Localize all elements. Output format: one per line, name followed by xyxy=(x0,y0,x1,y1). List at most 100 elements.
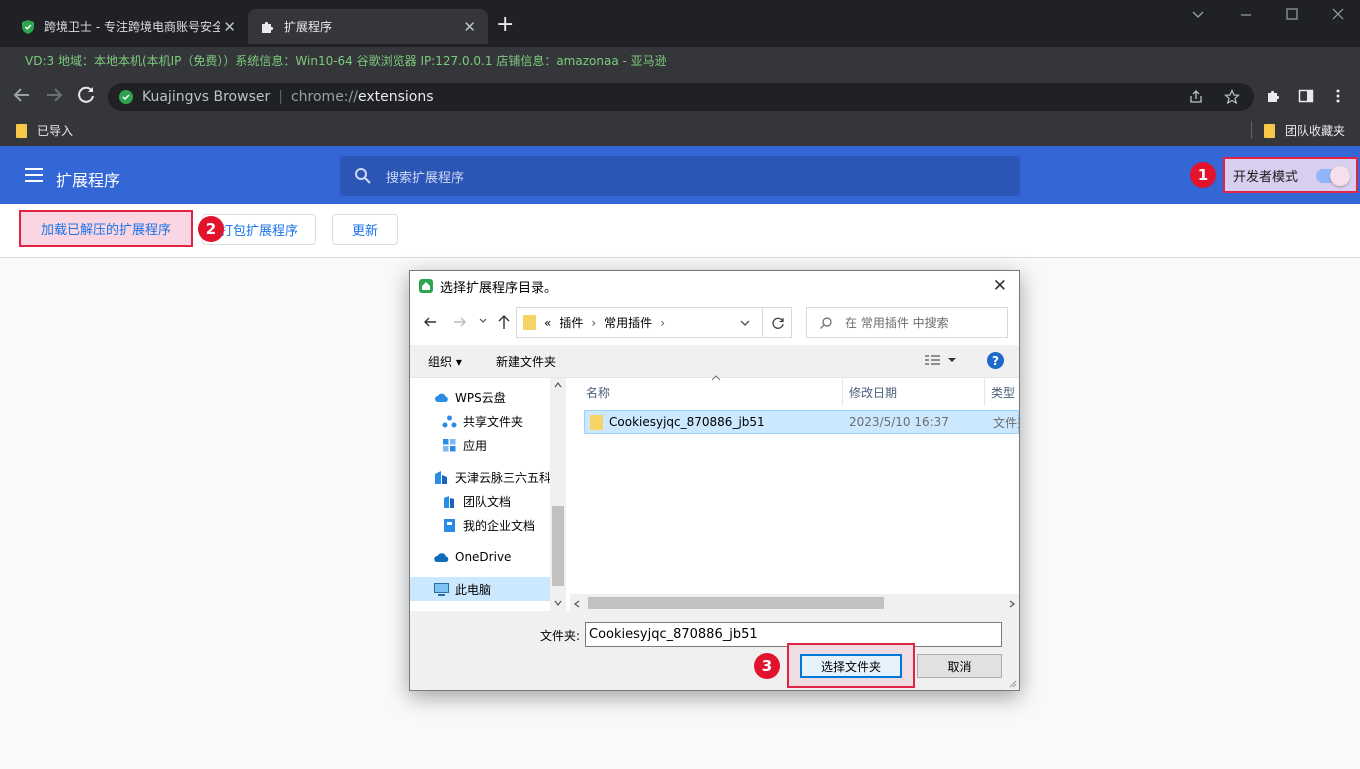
bookmarks-bar: 已导入 团队收藏夹 xyxy=(0,115,1360,146)
help-icon[interactable]: ? xyxy=(987,352,1004,369)
update-button[interactable]: 更新 xyxy=(332,214,398,245)
side-panel-icon[interactable] xyxy=(1298,88,1314,104)
chevron-down-icon[interactable] xyxy=(1190,6,1206,22)
column-header-modified[interactable]: 修改日期 xyxy=(843,378,985,406)
browser-toolbar: Kuajingvs Browser | chrome://extensions xyxy=(0,75,1360,115)
back-icon[interactable] xyxy=(422,314,438,330)
onedrive-icon xyxy=(434,552,449,562)
nav-label: 团队文档 xyxy=(463,494,512,509)
chevron-right-icon[interactable]: › xyxy=(591,316,596,330)
forward-icon[interactable] xyxy=(42,83,66,107)
nav-item-this-pc[interactable]: 此电脑 xyxy=(410,577,550,601)
step-badge-2: 2 xyxy=(198,216,224,242)
column-header-name[interactable]: 名称 xyxy=(570,378,843,406)
file-list: 名称 修改日期 类型 Cookiesyjqc_870886_jb51 2023/… xyxy=(570,375,1019,612)
action-bar: 加载已解压的扩展程序 打包扩展程序 2 更新 xyxy=(0,204,1360,258)
up-arrow-icon[interactable] xyxy=(496,313,512,331)
search-icon xyxy=(355,168,371,184)
refresh-icon[interactable] xyxy=(762,307,792,338)
search-placeholder: 搜索扩展程序 xyxy=(386,170,465,186)
close-icon[interactable]: ✕ xyxy=(223,18,236,36)
tab-extensions[interactable]: 扩展程序 ✕ xyxy=(248,9,488,44)
tab-title: 扩展程序 xyxy=(284,20,333,34)
view-options-icon[interactable] xyxy=(924,354,958,366)
window-close-icon[interactable] xyxy=(1330,6,1346,22)
column-label: 修改日期 xyxy=(849,385,898,400)
folder-icon xyxy=(590,414,603,430)
step-badge-3: 3 xyxy=(754,653,780,679)
puzzle-icon xyxy=(262,21,274,33)
bookmark-folder-team[interactable]: 团队收藏夹 xyxy=(1264,122,1345,139)
scroll-right-icon[interactable] xyxy=(1009,600,1015,608)
reload-icon[interactable] xyxy=(74,83,98,107)
folder-icon xyxy=(523,315,536,330)
minimize-icon[interactable] xyxy=(1238,6,1254,22)
scroll-left-icon[interactable] xyxy=(574,600,580,608)
load-unpacked-button[interactable]: 加载已解压的扩展程序 xyxy=(19,210,193,247)
scroll-up-icon[interactable] xyxy=(554,382,562,388)
extensions-header: 扩展程序 搜索扩展程序 1 开发者模式 xyxy=(0,146,1360,204)
apps-icon xyxy=(443,438,456,451)
building-icon xyxy=(435,470,447,484)
forward-icon[interactable] xyxy=(452,314,468,330)
page-title: 扩展程序 xyxy=(56,171,121,190)
step-badge-1: 1 xyxy=(1190,162,1216,188)
resize-grip-icon[interactable] xyxy=(1007,678,1017,688)
shield-icon xyxy=(22,19,34,34)
file-name: Cookiesyjqc_870886_jb51 xyxy=(609,415,765,429)
url-path: extensions xyxy=(357,89,434,105)
horizontal-scrollbar[interactable] xyxy=(570,594,1019,612)
path-breadcrumb[interactable]: « 插件 › 常用插件 › xyxy=(516,307,792,338)
navigation-pane: WPS云盘 共享文件夹 应用 天津云脉三六五科 团队文档 我的企业文档 OneD… xyxy=(410,378,566,612)
new-tab-button[interactable]: + xyxy=(496,14,514,36)
search-input[interactable]: 搜索扩展程序 xyxy=(340,156,1020,196)
close-icon[interactable]: ✕ xyxy=(993,276,1007,296)
scroll-down-icon[interactable] xyxy=(554,600,562,606)
organize-menu[interactable]: 组织 ▾ xyxy=(428,353,462,370)
chevron-down-icon[interactable] xyxy=(478,316,488,326)
new-folder-button[interactable]: 新建文件夹 xyxy=(496,353,556,370)
developer-mode-label: 开发者模式 xyxy=(1233,169,1299,185)
search-placeholder: 在 常用插件 中搜索 xyxy=(845,316,949,330)
close-icon[interactable]: ✕ xyxy=(463,18,476,36)
chevron-right-icon[interactable]: › xyxy=(660,316,665,330)
maximize-icon[interactable] xyxy=(1284,6,1300,22)
nav-scrollbar[interactable] xyxy=(550,378,566,612)
dialog-titlebar: 选择扩展程序目录。 ✕ xyxy=(410,271,1019,301)
toggle-switch[interactable] xyxy=(1316,166,1350,186)
nav-label: 此电脑 xyxy=(455,582,492,597)
folder-search-input[interactable]: 在 常用插件 中搜索 xyxy=(806,307,1008,338)
tab-kuajingweishi[interactable]: 跨境卫士 - 专注跨境电商账号安全 ✕ xyxy=(8,9,248,44)
star-icon[interactable] xyxy=(1224,89,1240,105)
folder-icon xyxy=(16,123,27,138)
scrollbar-thumb[interactable] xyxy=(552,506,564,586)
nav-label: 我的企业文档 xyxy=(463,518,536,533)
folder-picker-dialog: 选择扩展程序目录。 ✕ « 插件 › 常用插件 › 在 常用插件 中搜索 组织 … xyxy=(409,270,1020,691)
dialog-title: 选择扩展程序目录。 xyxy=(440,280,558,296)
more-icon[interactable] xyxy=(1330,88,1346,104)
nav-label: 应用 xyxy=(463,438,488,453)
nav-label: 天津云脉三六五科 xyxy=(455,470,552,485)
developer-mode-toggle[interactable]: 开发者模式 xyxy=(1223,157,1358,193)
column-label: 名称 xyxy=(586,385,611,400)
column-header-type[interactable]: 类型 xyxy=(985,378,1019,406)
breadcrumb-overflow[interactable]: « xyxy=(544,316,551,330)
cancel-button[interactable]: 取消 xyxy=(917,654,1002,678)
site-name: Kuajingvs Browser xyxy=(142,89,271,105)
breadcrumb-segment[interactable]: 常用插件 xyxy=(604,314,652,331)
chevron-down-icon[interactable] xyxy=(739,318,751,328)
share-icon xyxy=(442,415,457,427)
select-folder-button[interactable]: 选择文件夹 xyxy=(800,654,902,678)
address-bar[interactable]: Kuajingvs Browser | chrome://extensions xyxy=(108,83,1254,111)
breadcrumb-segment[interactable]: 插件 xyxy=(559,314,583,331)
share-icon[interactable] xyxy=(1188,89,1204,105)
scrollbar-thumb[interactable] xyxy=(588,597,884,609)
column-label: 类型 xyxy=(991,385,1016,400)
extensions-icon[interactable] xyxy=(1266,88,1282,104)
menu-icon[interactable] xyxy=(25,168,43,182)
file-row[interactable]: Cookiesyjqc_870886_jb51 2023/5/10 16:37 … xyxy=(584,410,1019,434)
bookmark-label: 已导入 xyxy=(37,124,74,138)
folder-label: 文件夹: xyxy=(540,629,581,643)
bookmark-folder-imported[interactable]: 已导入 xyxy=(16,122,73,139)
back-icon[interactable] xyxy=(10,83,34,107)
